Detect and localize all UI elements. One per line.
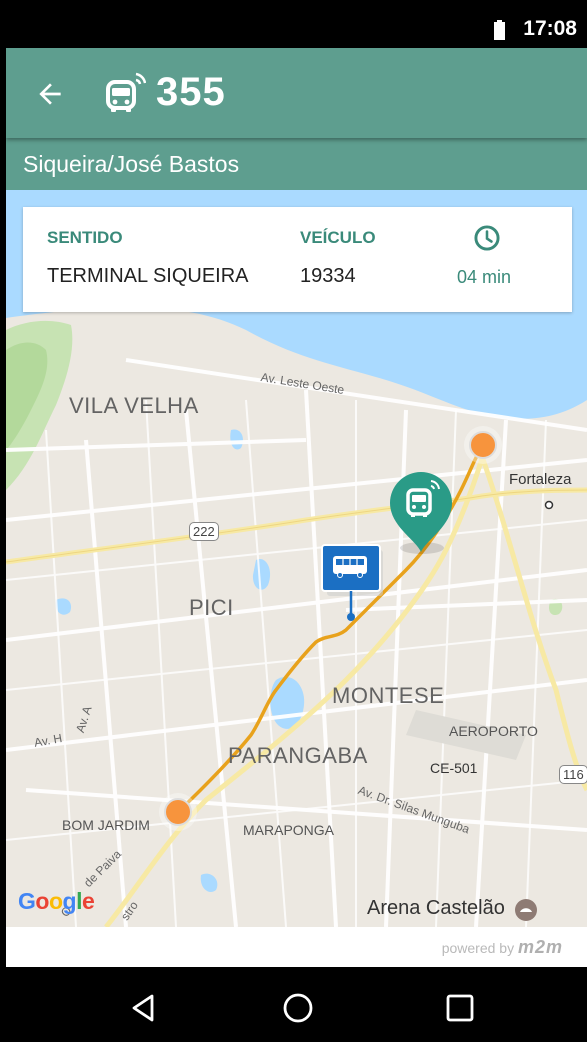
map-label-maraponga: MARAPONGA	[243, 822, 335, 838]
map-label-vila-velha: VILA VELHA	[69, 393, 199, 418]
back-arrow-icon[interactable]	[34, 78, 66, 110]
brand-logo: m2m	[517, 937, 563, 957]
google-logo: Google	[18, 888, 95, 914]
vehicle-label: VEÍCULO	[300, 228, 376, 247]
bus-icon	[106, 72, 146, 112]
powered-by: powered by m2m	[441, 937, 563, 957]
status-time: 17:08	[523, 17, 577, 40]
phone-screen: 17:08 355 Siqueira/José Bastos SENTIDO T…	[6, 8, 587, 1042]
nav-back-icon[interactable]	[126, 991, 160, 1025]
clock-icon	[474, 225, 500, 251]
map-label-fortaleza: Fortaleza	[509, 471, 572, 488]
battery-icon	[494, 20, 505, 40]
highway-shield-222: 222	[189, 522, 219, 541]
highway-shield-116: 116	[559, 765, 587, 784]
route-name: Siqueira/José Bastos	[23, 151, 240, 177]
direction-value: TERMINAL SIQUEIRA	[47, 265, 249, 287]
direction-label: SENTIDO	[47, 228, 123, 247]
map-label-montese: MONTESE	[332, 683, 445, 708]
arena-icon[interactable]	[514, 898, 538, 922]
status-bar: 17:08	[6, 8, 587, 48]
map-label-ce501: CE-501	[430, 760, 478, 776]
bus-stop-icon[interactable]	[321, 540, 387, 624]
map-label-arena: Arena Castelão	[367, 897, 505, 919]
eta-value: 04 min	[457, 267, 512, 287]
map-label-parangaba: PARANGABA	[228, 743, 368, 768]
map-label-bom-jardim: BOM JARDIM	[62, 817, 150, 833]
map-label-pici: PICI	[189, 595, 234, 620]
app-bar: 355	[6, 48, 587, 138]
map-view[interactable]: SENTIDO TERMINAL SIQUEIRA VEÍCULO 19334 …	[6, 190, 587, 927]
route-name-bar: Siqueira/José Bastos	[6, 138, 587, 190]
footer: powered by m2m	[6, 927, 587, 967]
route-number: 355	[156, 70, 226, 114]
info-card: SENTIDO TERMINAL SIQUEIRA VEÍCULO 19334 …	[23, 207, 572, 312]
vehicle-value: 19334	[300, 265, 356, 287]
navigation-bar	[6, 967, 587, 1042]
map-label-aeroporto: AEROPORTO	[449, 723, 538, 739]
nav-recents-icon[interactable]	[443, 991, 477, 1025]
nav-home-icon[interactable]	[281, 991, 315, 1025]
bus-marker-icon[interactable]	[386, 468, 456, 554]
